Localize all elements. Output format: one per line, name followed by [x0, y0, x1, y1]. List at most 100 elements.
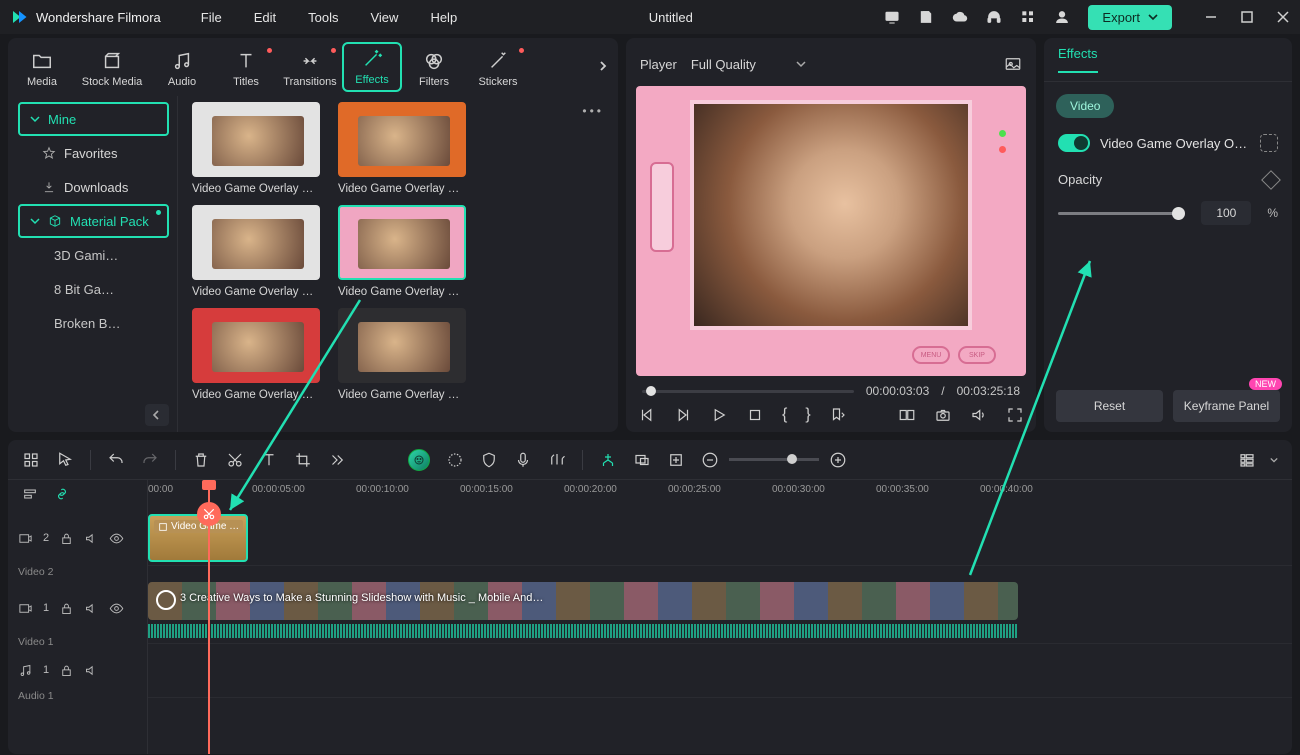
tab-stock-media[interactable]: Stock Media [74, 46, 150, 88]
quality-selector[interactable]: Full Quality [691, 57, 811, 72]
play-icon[interactable] [710, 406, 728, 424]
library-item[interactable]: Video Game Overlay … [192, 102, 320, 195]
close-icon[interactable] [1276, 10, 1290, 24]
save-icon[interactable] [918, 9, 934, 25]
lock-icon[interactable] [59, 663, 74, 678]
tab-transitions[interactable]: Transitions [278, 46, 342, 88]
sidebar-mine[interactable]: Mine [18, 102, 169, 136]
text-tool-icon[interactable] [260, 451, 278, 469]
track-header-video1[interactable]: 1 [8, 580, 147, 636]
library-item[interactable]: Video Game Overlay … [338, 102, 466, 195]
prev-frame-icon[interactable] [638, 406, 656, 424]
more-tools-icon[interactable] [328, 451, 346, 469]
crop-icon[interactable] [294, 451, 312, 469]
track-header-audio1[interactable]: 1 [8, 650, 147, 690]
tab-media[interactable]: Media [10, 46, 74, 88]
pointer-icon[interactable] [56, 451, 74, 469]
keyframe-panel-button[interactable]: Keyframe Panel [1173, 390, 1280, 422]
list-view-icon[interactable] [1238, 451, 1256, 469]
mute-icon[interactable] [84, 601, 99, 616]
clip-video1[interactable]: 3 Creative Ways to Make a Stunning Slide… [148, 582, 1018, 620]
redo-icon[interactable] [141, 451, 159, 469]
cut-icon[interactable] [226, 451, 244, 469]
tab-audio[interactable]: Audio [150, 46, 214, 88]
sidebar-sub-0[interactable]: 3D Gami… [18, 238, 169, 272]
menu-edit[interactable]: Edit [254, 10, 276, 25]
sidebar-sub-1[interactable]: 8 Bit Ga… [18, 272, 169, 306]
mark-in-icon[interactable]: { [782, 406, 787, 424]
cloud-icon[interactable] [952, 9, 968, 25]
compare-icon[interactable] [898, 406, 916, 424]
library-item-selected[interactable]: Video Game Overlay … [338, 205, 466, 298]
mic-icon[interactable] [514, 451, 532, 469]
playhead[interactable] [208, 480, 210, 754]
minimize-icon[interactable] [1204, 10, 1218, 24]
sidebar-material-pack[interactable]: Material Pack [18, 204, 169, 238]
delete-icon[interactable] [192, 451, 210, 469]
library-item[interactable]: Video Game Overlay … [338, 308, 466, 401]
preview-viewport[interactable]: MENU SKIP [636, 86, 1026, 376]
menu-help[interactable]: Help [430, 10, 457, 25]
apps-icon[interactable] [1020, 9, 1036, 25]
link-icon[interactable] [54, 486, 70, 502]
track-lane-video1[interactable]: 3 Creative Ways to Make a Stunning Slide… [148, 580, 1292, 644]
library-item[interactable]: Video Game Overlay … [192, 205, 320, 298]
eye-icon[interactable] [109, 601, 124, 616]
device-icon[interactable] [884, 9, 900, 25]
volume-icon[interactable] [970, 406, 988, 424]
tab-stickers[interactable]: Stickers [466, 46, 530, 88]
mute-icon[interactable] [84, 531, 99, 546]
align-icon[interactable] [22, 486, 38, 502]
sidebar-favorites[interactable]: Favorites [18, 136, 169, 170]
menu-view[interactable]: View [370, 10, 398, 25]
camera-icon[interactable] [934, 406, 952, 424]
fit-icon[interactable] [1260, 134, 1278, 152]
sidebar-sub-2[interactable]: Broken B… [18, 306, 169, 340]
lock-icon[interactable] [59, 531, 74, 546]
opacity-value[interactable]: 100 [1201, 201, 1251, 225]
headphones-icon[interactable] [986, 9, 1002, 25]
library-item[interactable]: Video Game Overlay … [192, 308, 320, 401]
fx-tab-effects[interactable]: Effects [1058, 46, 1098, 73]
timeline-tracks[interactable]: 00:00 00:00:05:00 00:00:10:00 00:00:15:0… [148, 480, 1292, 754]
track-header-video2[interactable]: 2 [8, 510, 147, 566]
fullscreen-icon[interactable] [1006, 406, 1024, 424]
player-scrubber[interactable] [642, 390, 854, 393]
chevron-down-icon[interactable] [1270, 456, 1278, 464]
zoom-in-icon[interactable] [829, 451, 847, 469]
ai-avatar-icon[interactable] [408, 449, 430, 471]
timeline-ruler[interactable]: 00:00 00:00:05:00 00:00:10:00 00:00:15:0… [148, 480, 1292, 510]
mute-icon[interactable] [84, 663, 99, 678]
marker-menu-icon[interactable] [829, 406, 847, 424]
zoom-out-icon[interactable] [701, 451, 719, 469]
maximize-icon[interactable] [1240, 10, 1254, 24]
tab-titles[interactable]: Titles [214, 46, 278, 88]
eye-icon[interactable] [109, 531, 124, 546]
shield-icon[interactable] [480, 451, 498, 469]
tab-effects[interactable]: Effects [342, 42, 402, 92]
undo-icon[interactable] [107, 451, 125, 469]
stop-icon[interactable] [746, 406, 764, 424]
timeline-zoom[interactable] [701, 451, 847, 469]
mark-out-icon[interactable]: } [805, 406, 810, 424]
reset-button[interactable]: Reset [1056, 390, 1163, 422]
clip-video2[interactable]: Video Game … [148, 514, 248, 562]
opacity-slider[interactable] [1058, 212, 1185, 215]
magnet-icon[interactable] [599, 451, 617, 469]
tabs-scroll-right[interactable] [592, 55, 614, 77]
account-icon[interactable] [1054, 9, 1070, 25]
menu-file[interactable]: File [201, 10, 222, 25]
tab-filters[interactable]: Filters [402, 46, 466, 88]
color-wheel-icon[interactable] [446, 451, 464, 469]
next-frame-icon[interactable] [674, 406, 692, 424]
lock-icon[interactable] [59, 601, 74, 616]
marker-add-icon[interactable] [667, 451, 685, 469]
snapshot-icon[interactable] [1004, 55, 1022, 73]
track-lane-audio1[interactable] [148, 658, 1292, 698]
effect-toggle[interactable] [1058, 134, 1090, 152]
sidebar-collapse[interactable] [145, 404, 169, 426]
track-lane-video2[interactable]: Video Game … [148, 510, 1292, 566]
menu-tools[interactable]: Tools [308, 10, 338, 25]
keyframe-diamond-icon[interactable] [1261, 170, 1281, 190]
overlap-icon[interactable] [633, 451, 651, 469]
